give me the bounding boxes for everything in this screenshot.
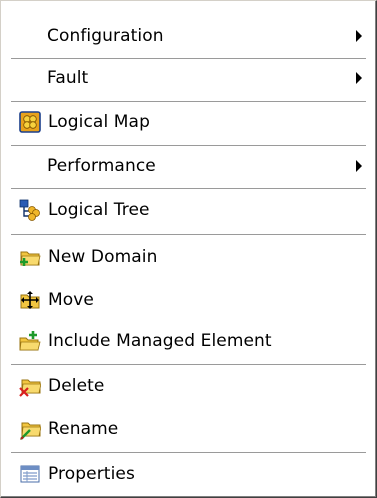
menu-item-label: Logical Map — [48, 112, 150, 132]
submenu-arrow-icon — [356, 160, 362, 172]
submenu-arrow-icon — [356, 72, 362, 84]
logical-tree-icon — [19, 199, 40, 221]
menu-item-configuration[interactable]: Configuration — [11, 16, 366, 56]
move-icon — [20, 291, 40, 309]
menu-item-include-managed-element[interactable]: Include Managed Element — [11, 321, 366, 361]
menu-item-delete[interactable]: Delete — [11, 366, 366, 406]
submenu-arrow-icon — [356, 30, 362, 42]
menu-item-logical-tree[interactable]: Logical Tree — [11, 190, 366, 230]
menu-item-performance[interactable]: Performance — [11, 146, 366, 186]
menu-item-label: Properties — [48, 464, 135, 484]
menu-item-move[interactable]: Move — [11, 280, 366, 320]
menu-item-properties[interactable]: Properties — [11, 454, 366, 494]
new-folder-icon — [20, 251, 41, 266]
menu-item-label: Fault — [47, 68, 89, 88]
menu-item-logical-map[interactable]: Logical Map — [11, 102, 366, 142]
menu-item-label: Rename — [48, 419, 119, 439]
context-menu: Configuration Fault Logical Map Performa… — [0, 0, 377, 498]
menu-item-label: Configuration — [47, 26, 164, 46]
include-folder-icon — [19, 331, 41, 351]
menu-item-label: Logical Tree — [48, 200, 150, 220]
menu-separator — [11, 234, 366, 236]
delete-folder-icon — [19, 379, 41, 397]
properties-icon — [20, 465, 40, 483]
menu-item-fault[interactable]: Fault — [11, 58, 366, 98]
menu-item-label: Move — [48, 290, 94, 310]
menu-item-new-domain[interactable]: New Domain — [11, 237, 366, 277]
menu-item-label: New Domain — [48, 247, 158, 267]
menu-item-label: Delete — [48, 376, 105, 396]
rename-folder-icon — [20, 422, 41, 440]
logical-map-icon — [19, 111, 41, 133]
menu-item-rename[interactable]: Rename — [11, 409, 366, 449]
menu-item-label: Include Managed Element — [48, 331, 272, 351]
menu-item-label: Performance — [47, 156, 156, 176]
